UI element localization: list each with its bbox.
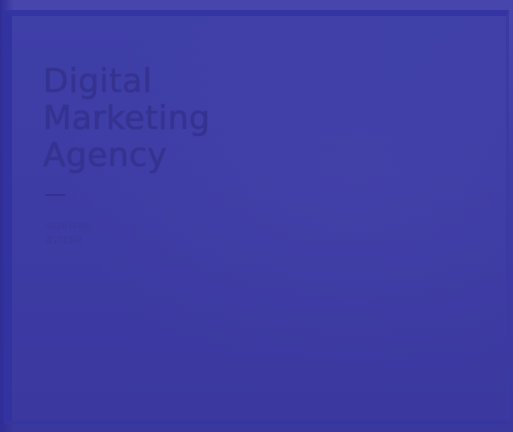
slide-subtitle: 미디어 마케팅 광고대행사 <box>45 220 92 248</box>
subtitle-line-2: 광고대행사 <box>45 236 82 245</box>
title-line-2: Marketing <box>43 98 211 137</box>
title-line-3: Agency <box>43 135 168 174</box>
title-line-1: Digital <box>43 61 153 100</box>
title-divider <box>45 194 65 196</box>
screen: Digital Marketing Agency 미디어 마케팅 광고대행사 <box>0 0 513 432</box>
subtitle-line-1: 미디어 마케팅 <box>45 222 92 231</box>
slide-title: Digital Marketing Agency <box>43 62 210 173</box>
